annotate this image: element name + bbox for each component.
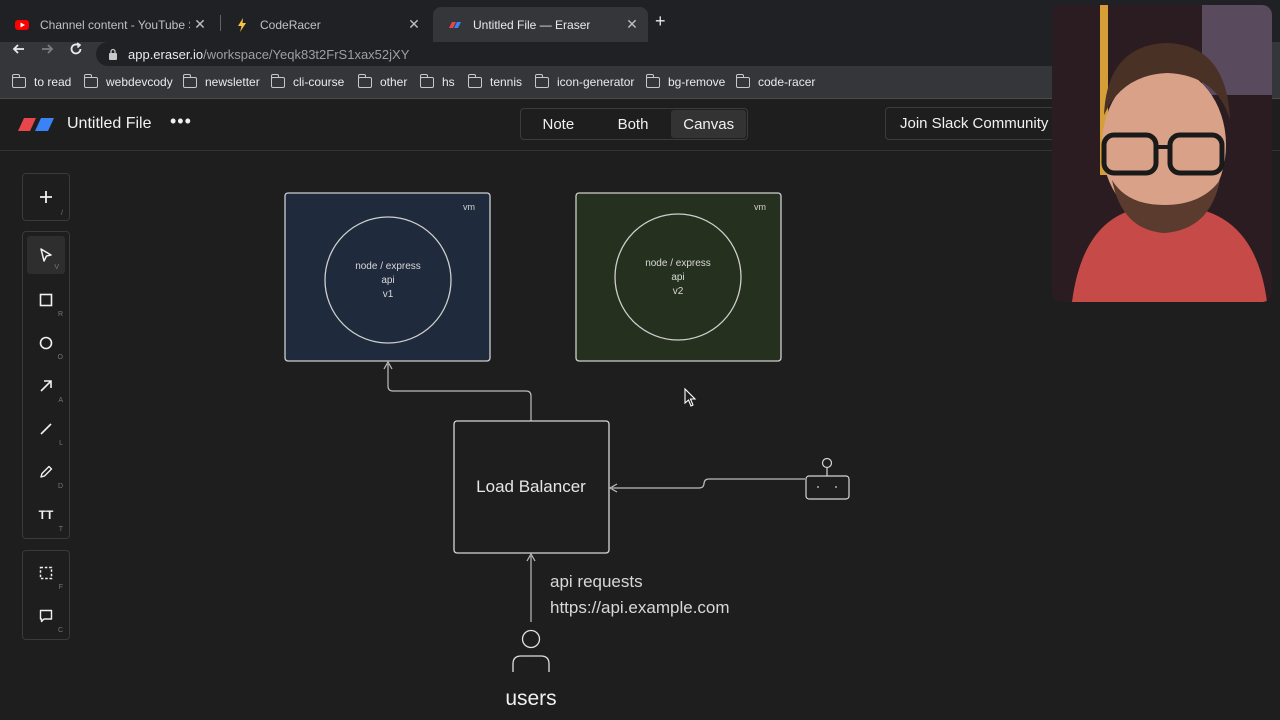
service-type: api [381,275,394,286]
vm-label: vm [754,202,766,212]
user-icon[interactable] [512,629,550,673]
users-label: users [505,687,556,710]
mouse-pointer-icon [684,387,697,407]
api-url-note: https://api.example.com [550,598,730,617]
vm-label: vm [463,202,475,212]
service-version: v1 [383,289,394,300]
webcam-overlay [1052,5,1272,302]
vm-box-v2[interactable]: vm node / express api v2 [575,192,782,362]
service-type: api [671,272,684,283]
load-balancer-label: Load Balancer [476,477,586,496]
vm-box-v1[interactable]: vm node / express api v1 [284,192,491,362]
bot-icon[interactable] [805,457,850,500]
service-name: node / express [355,261,421,272]
api-requests-note: api requests [550,572,643,591]
load-balancer-node[interactable]: Load Balancer [453,420,610,554]
service-name: node / express [645,258,711,269]
presenter-video [1052,5,1272,302]
connector-lb-to-vm1[interactable] [387,364,532,421]
connector-bot-to-lb[interactable] [612,478,805,489]
service-version: v2 [673,286,684,297]
